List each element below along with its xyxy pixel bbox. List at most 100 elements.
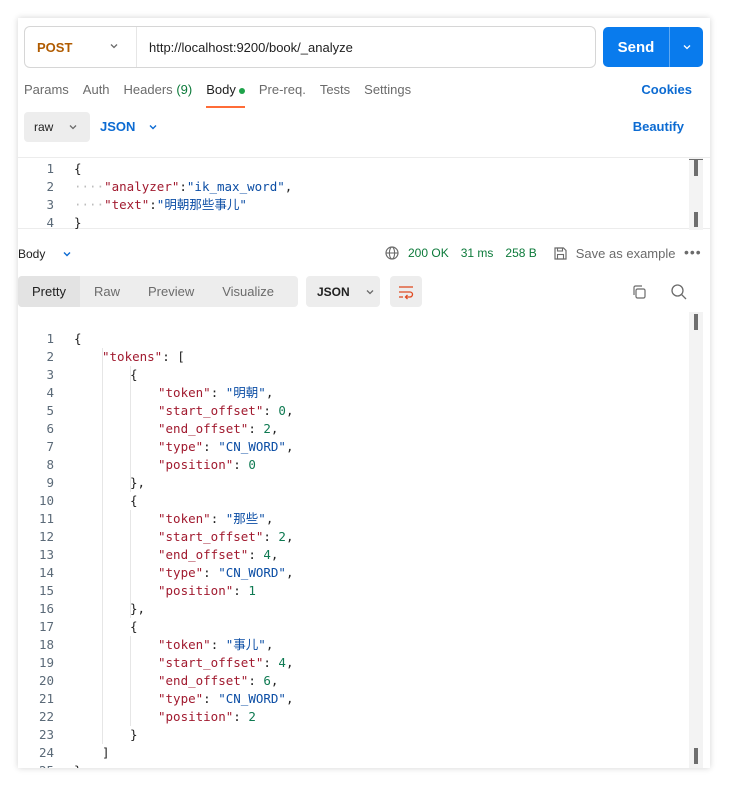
code-line: "end_offset": 4, xyxy=(158,546,278,564)
tab-auth[interactable]: Auth xyxy=(83,82,110,108)
line-number: 6 xyxy=(46,421,54,436)
url-bar: POST http://localhost:9200/book/_analyze xyxy=(24,26,596,68)
response-body-select[interactable]: Body xyxy=(18,247,73,261)
body-language-select[interactable]: JSON xyxy=(100,119,159,134)
line-number: 4 xyxy=(46,215,54,230)
json-punct: : xyxy=(203,691,219,706)
json-key: "position" xyxy=(158,457,234,472)
body-mode-select[interactable]: raw xyxy=(24,112,90,142)
request-body-editor[interactable]: 1{2 ····"analyzer":"ik_max_word", 3 ····"te… xyxy=(18,157,710,232)
code-line: ····"analyzer":"ik_max_word", xyxy=(74,178,292,196)
request-scrollbar[interactable] xyxy=(689,158,703,230)
tab-pretty[interactable]: Pretty xyxy=(18,276,80,307)
scroll-thumb[interactable] xyxy=(694,160,698,176)
line-number: 4 xyxy=(46,385,54,400)
tab-raw[interactable]: Raw xyxy=(80,276,134,307)
tab-label: Body xyxy=(206,82,236,97)
beautify-button[interactable]: Beautify xyxy=(633,119,684,134)
json-punct: : xyxy=(233,709,249,724)
json-key: "type" xyxy=(158,691,204,706)
scroll-thumb[interactable] xyxy=(694,748,698,764)
json-number: 1 xyxy=(248,583,256,598)
json-key: "type" xyxy=(158,439,204,454)
json-key: "position" xyxy=(158,583,234,598)
json-number: 2 xyxy=(248,709,256,724)
code-line: ····"text":"明朝那些事儿" xyxy=(74,196,247,214)
url-input[interactable]: http://localhost:9200/book/_analyze xyxy=(137,40,353,55)
json-number: 4 xyxy=(278,655,286,670)
method-label: POST xyxy=(37,39,73,55)
tab-label: Settings xyxy=(364,82,412,97)
json-punct: : [ xyxy=(162,349,185,364)
line-number: 1 xyxy=(46,161,54,176)
tab-headers[interactable]: Headers (9) xyxy=(124,82,193,108)
body-indicator-dot xyxy=(238,87,245,94)
tab-visualize[interactable]: Visualize xyxy=(208,276,288,307)
code-line: }, xyxy=(130,474,145,492)
json-punct: }, xyxy=(130,475,146,490)
json-key: "start_offset" xyxy=(158,403,264,418)
json-punct: , xyxy=(285,565,294,580)
line-number: 1 xyxy=(46,331,54,346)
json-punct: }, xyxy=(130,601,146,616)
json-key: "token" xyxy=(158,385,211,400)
scroll-thumb[interactable] xyxy=(694,212,698,227)
line-number: 18 xyxy=(38,637,54,652)
status-code[interactable]: 200 OK xyxy=(408,246,449,260)
response-time[interactable]: 31 ms xyxy=(461,246,494,260)
save-icon xyxy=(554,246,567,260)
indent-guide xyxy=(130,510,131,618)
json-key: "end_offset" xyxy=(158,547,249,562)
tab-body[interactable]: Body xyxy=(206,82,245,108)
search-icon[interactable] xyxy=(670,283,688,301)
json-punct: { xyxy=(130,619,138,634)
send-options-button[interactable] xyxy=(670,41,703,53)
method-select[interactable]: POST xyxy=(25,27,137,67)
line-number: 23 xyxy=(38,727,54,742)
line-number: 19 xyxy=(38,655,54,670)
response-format-select[interactable]: JSON xyxy=(306,276,380,307)
json-number: 2 xyxy=(263,421,271,436)
cookies-link[interactable]: Cookies xyxy=(641,82,692,97)
line-number: 2 xyxy=(46,179,54,194)
line-number: 13 xyxy=(38,547,54,562)
tab-pre-request[interactable]: Pre-req. xyxy=(259,82,306,108)
wrap-lines-button[interactable] xyxy=(390,276,422,307)
json-key: "text" xyxy=(104,197,150,212)
json-key: "end_offset" xyxy=(158,421,249,436)
send-button[interactable]: Send xyxy=(603,27,703,67)
tab-settings[interactable]: Settings xyxy=(364,82,411,108)
response-meta: 200 OK 31 ms 258 B Save as example xyxy=(384,245,675,261)
json-punct: : xyxy=(203,565,219,580)
tab-params[interactable]: Params xyxy=(24,82,69,108)
response-scrollbar[interactable] xyxy=(689,312,703,768)
json-string: "CN_WORD" xyxy=(218,439,286,454)
globe-icon[interactable] xyxy=(384,245,400,261)
code-line: "start_offset": 2, xyxy=(158,528,293,546)
more-options-icon[interactable]: ••• xyxy=(684,244,702,260)
save-as-example-button[interactable]: Save as example xyxy=(576,246,676,261)
line-number: 10 xyxy=(38,493,54,508)
response-size[interactable]: 258 B xyxy=(505,246,536,260)
copy-icon[interactable] xyxy=(631,284,647,300)
response-label: Body xyxy=(18,247,46,261)
code-line: { xyxy=(74,330,82,348)
scroll-thumb[interactable] xyxy=(694,314,698,330)
tab-preview[interactable]: Preview xyxy=(134,276,208,307)
tab-tests[interactable]: Tests xyxy=(320,82,350,108)
json-punct: : xyxy=(263,655,279,670)
code-line: { xyxy=(130,366,138,384)
code-line: } xyxy=(74,214,82,232)
code-line: "start_offset": 0, xyxy=(158,402,293,420)
wrap-lines-icon xyxy=(399,285,414,299)
chevron-down-icon xyxy=(683,45,690,50)
json-string: "明朝那些事儿" xyxy=(156,197,247,212)
json-punct: ] xyxy=(102,745,110,760)
code-line: { xyxy=(130,618,138,636)
body-mode-label: raw xyxy=(34,120,54,134)
json-punct: : xyxy=(248,673,264,688)
json-key: "analyzer" xyxy=(104,179,180,194)
response-body-viewer[interactable]: 1 {2 "tokens": [3 {4 "token": "明朝", 5 "start_o… xyxy=(18,312,710,768)
line-number: 17 xyxy=(38,619,54,634)
json-punct: } xyxy=(74,763,82,768)
